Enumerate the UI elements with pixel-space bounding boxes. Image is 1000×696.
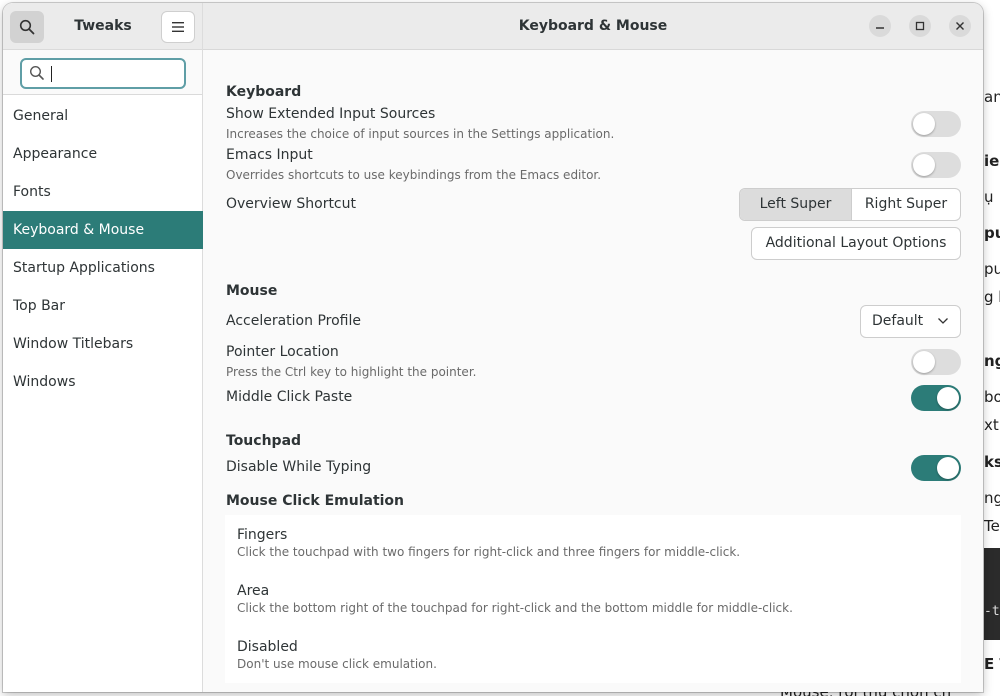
background-text: ng: [984, 489, 1000, 507]
sidebar-item-keyboard-mouse[interactable]: Keyboard & Mouse: [3, 211, 203, 249]
keyboard-section-title: Keyboard: [226, 84, 302, 100]
header-bar: Keyboard & Mouse: [203, 3, 983, 50]
search-bar: [3, 50, 202, 95]
option-description: Don't use mouse click emulation.: [237, 657, 437, 671]
pointer-location-label: Pointer Location: [226, 344, 339, 360]
sidebar-header: Tweaks: [3, 3, 202, 50]
additional-layout-options-button[interactable]: Additional Layout Options: [751, 227, 961, 260]
option-description: Click the bottom right of the touchpad f…: [237, 601, 793, 615]
search-input[interactable]: [20, 58, 186, 89]
background-text: ieg: [984, 152, 1000, 170]
emacs-input-description: Overrides shortcuts to use keybindings f…: [226, 168, 602, 182]
background-text: pu: [984, 260, 1000, 278]
disable-while-typing-switch[interactable]: [911, 455, 961, 481]
option-title: Disabled: [237, 639, 298, 655]
maximize-icon: [915, 21, 925, 31]
background-text: pu: [984, 224, 1000, 242]
option-description: Click the touchpad with two fingers for …: [237, 545, 741, 559]
tweaks-window: Tweaks General Appearance Fonts Keyboard…: [3, 3, 983, 692]
middle-click-paste-label: Middle Click Paste: [226, 389, 353, 405]
background-text: ụ: [984, 188, 994, 206]
sidebar-item-windows[interactable]: Windows: [3, 363, 203, 401]
switch-knob: [937, 387, 959, 409]
pointer-location-description: Press the Ctrl key to highlight the poin…: [226, 365, 477, 379]
overview-shortcut-selector: Left Super Right Super: [739, 188, 961, 221]
sidebar-item-startup-applications[interactable]: Startup Applications: [3, 249, 203, 287]
overview-shortcut-label: Overview Shortcut: [226, 196, 356, 212]
background-text: bo: [984, 388, 1000, 406]
click-emulation-list: Fingers Click the touchpad with two fing…: [225, 515, 961, 683]
middle-click-paste-switch[interactable]: [911, 385, 961, 411]
chevron-down-icon: [938, 318, 948, 324]
emulation-option-disabled[interactable]: Disabled Don't use mouse click emulation…: [237, 639, 437, 671]
background-text: ks: [984, 453, 1000, 471]
right-super-button[interactable]: Right Super: [851, 189, 960, 220]
page-title: Keyboard & Mouse: [518, 18, 668, 34]
background-code-text: -t: [984, 604, 1000, 619]
sidebar-item-general[interactable]: General: [3, 97, 203, 135]
touchpad-section-title: Touchpad: [226, 433, 302, 449]
minimize-icon: [876, 27, 884, 29]
close-button[interactable]: [949, 15, 971, 37]
sidebar-item-window-titlebars[interactable]: Window Titlebars: [3, 325, 203, 363]
mouse-click-emulation-title: Mouse Click Emulation: [226, 493, 405, 509]
sidebar: Tweaks General Appearance Fonts Keyboard…: [3, 3, 203, 692]
mouse-section-title: Mouse: [226, 283, 278, 299]
switch-knob: [913, 154, 935, 176]
sidebar-item-appearance[interactable]: Appearance: [3, 135, 203, 173]
background-text: Te: [984, 517, 1000, 535]
acceleration-profile-dropdown[interactable]: Default: [860, 305, 961, 338]
background-text: g b: [984, 288, 1000, 306]
emulation-option-fingers[interactable]: Fingers Click the touchpad with two fing…: [237, 527, 740, 559]
switch-knob: [937, 457, 959, 479]
background-text: E T: [984, 655, 1000, 673]
maximize-button[interactable]: [909, 15, 931, 37]
sidebar-item-fonts[interactable]: Fonts: [3, 173, 203, 211]
switch-knob: [913, 113, 935, 135]
background-text: xt s: [984, 416, 1000, 434]
extended-input-sources-switch[interactable]: [911, 111, 961, 137]
background-code-block: [984, 548, 1000, 640]
background-text: ng: [984, 352, 1000, 370]
switch-knob: [913, 351, 935, 373]
search-icon: [29, 65, 44, 80]
acceleration-profile-label: Acceleration Profile: [226, 313, 361, 329]
hamburger-menu-icon: [172, 22, 184, 32]
disable-while-typing-label: Disable While Typing: [226, 459, 372, 475]
close-icon: [956, 22, 964, 30]
minimize-button[interactable]: [869, 15, 891, 37]
emulation-option-area[interactable]: Area Click the bottom right of the touch…: [237, 583, 793, 615]
option-title: Area: [237, 583, 270, 599]
emacs-input-switch[interactable]: [911, 152, 961, 178]
left-super-button[interactable]: Left Super: [740, 189, 851, 220]
acceleration-profile-value: Default: [872, 313, 924, 329]
extended-input-sources-description: Increases the choice of input sources in…: [226, 127, 615, 141]
sidebar-item-top-bar[interactable]: Top Bar: [3, 287, 203, 325]
extended-input-sources-label: Show Extended Input Sources: [226, 106, 436, 122]
background-text: an: [984, 88, 1000, 106]
settings-content: Keyboard Show Extended Input Sources Inc…: [203, 50, 983, 692]
option-title: Fingers: [237, 527, 288, 543]
main-menu-button[interactable]: [161, 11, 195, 43]
text-caret: [51, 66, 52, 82]
pointer-location-switch[interactable]: [911, 349, 961, 375]
emacs-input-label: Emacs Input: [226, 147, 313, 163]
